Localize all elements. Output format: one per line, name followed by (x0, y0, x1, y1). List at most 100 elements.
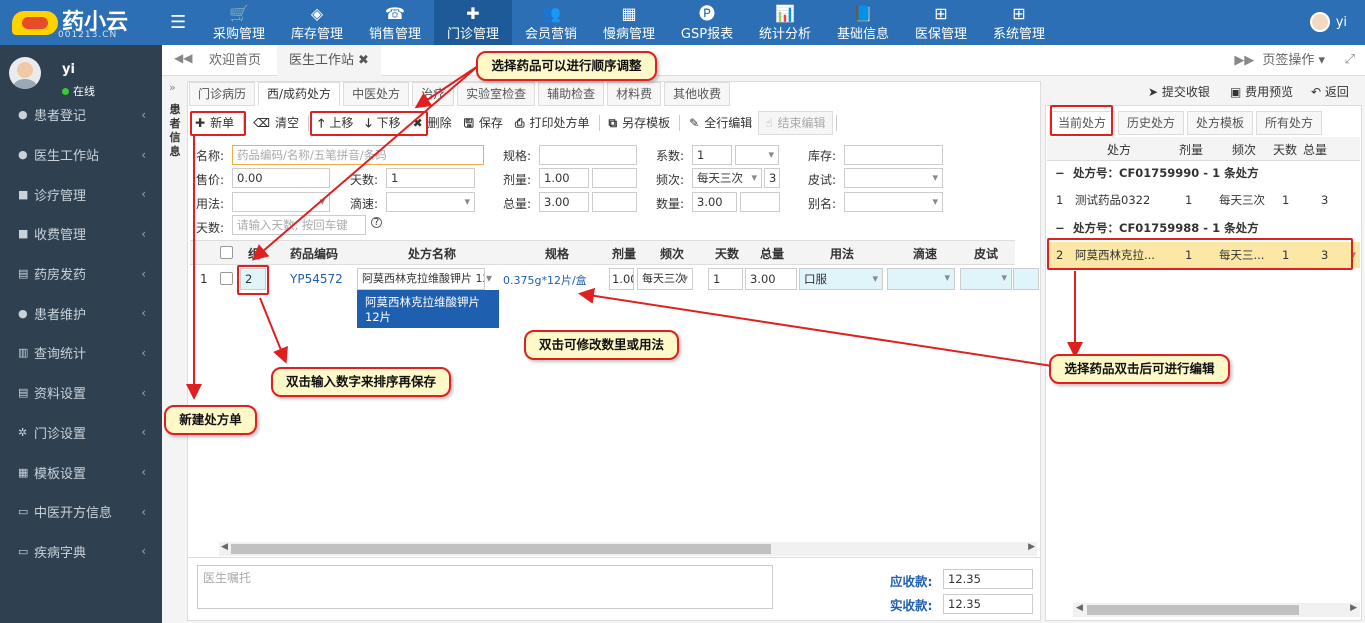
dose-unit-field[interactable] (592, 168, 637, 188)
amount-due-field[interactable]: 12.35 (943, 569, 1033, 589)
freq-cell-select[interactable]: 每天三次 (637, 268, 693, 290)
tab-prescription-list[interactable]: 历史处方 (1118, 111, 1185, 135)
skin-test-select[interactable] (844, 168, 943, 188)
expand-icon[interactable]: » (169, 81, 176, 94)
freq-count-field[interactable]: 3 (764, 168, 780, 188)
nav-item[interactable]: 📊 统计分析 (746, 0, 824, 45)
total-unit-field[interactable] (592, 192, 637, 212)
sidebar-item[interactable]: ▥ 查询统计 ‹ (0, 333, 162, 373)
scroll-right-icon[interactable]: ▶ (1350, 603, 1357, 613)
column-header[interactable]: 处方名称 (408, 245, 456, 262)
fullscreen-icon[interactable]: ⤢ (1345, 52, 1355, 67)
drug-search-input[interactable]: 药品编码/名称/五笔拼音/条码 (232, 145, 484, 165)
tab-prescription-type[interactable]: 中医处方 (343, 82, 410, 106)
scroll-thumb[interactable] (231, 544, 771, 554)
tab-prescription-type[interactable]: 实验室检查 (457, 82, 536, 106)
nav-item[interactable]: 📘 基础信息 (824, 0, 902, 45)
sidebar-item[interactable]: ▭ 疾病字典 ‹ (0, 532, 162, 572)
help-icon[interactable]: ? (371, 217, 382, 228)
end-edit-button[interactable]: ☝ 结束编辑 (758, 111, 833, 135)
stock-field[interactable] (844, 145, 943, 165)
tab-prescription-type[interactable]: 治疗 (412, 82, 455, 106)
nav-item[interactable]: ◈ 库存管理 (278, 0, 356, 45)
back-button[interactable]: ↶ 返回 (1311, 82, 1349, 102)
sidebar-item[interactable]: ▤ 药房发药 ‹ (0, 254, 162, 294)
patient-info-toggle[interactable]: » 患者信息 (165, 81, 185, 621)
drip-cell-select[interactable] (887, 268, 955, 290)
nav-item[interactable]: ✚ 门诊管理 (434, 0, 512, 45)
sidebar-item[interactable]: ● 患者登记 ‹ (0, 95, 162, 135)
total-field[interactable]: 3.00 (539, 192, 589, 212)
sidebar-item[interactable]: ■ 收费管理 ‹ (0, 214, 162, 254)
save-button[interactable]: 🖫 保存 (458, 111, 509, 135)
select-all-checkbox[interactable] (220, 246, 233, 259)
collapse-icon[interactable]: − (1055, 162, 1065, 184)
nav-item[interactable]: 🛒 采购管理 (200, 0, 278, 45)
tabs-prev-icon[interactable]: ◀◀ (174, 51, 192, 65)
right-horizontal-scrollbar[interactable]: ◀ ▶ (1073, 603, 1360, 617)
close-icon[interactable]: ✖ (358, 53, 369, 68)
print-rx-button[interactable]: ⎙ 打印处方单 (509, 111, 596, 135)
usage-cell-select[interactable]: 口服 (799, 268, 883, 290)
days-cell-input[interactable]: 1 (708, 268, 743, 290)
doctor-advice-input[interactable]: 医生嘱托 (197, 565, 773, 609)
amount-paid-field[interactable]: 12.35 (943, 594, 1033, 614)
tab-prescription-list[interactable]: 处方模板 (1187, 111, 1254, 135)
tab-home[interactable]: 欢迎首页 (197, 45, 273, 76)
chevron-down-icon[interactable]: ▾ (486, 271, 492, 285)
menu-toggle-icon[interactable]: ☰ (170, 12, 186, 33)
save-template-button[interactable]: ⧉ 另存模板 (603, 111, 677, 135)
tabs-next-icon[interactable]: ▶▶ (1234, 45, 1254, 76)
tab-doctor-station[interactable]: 医生工作站 ✖ (277, 45, 381, 76)
column-header[interactable]: 剂量 (612, 245, 636, 262)
scroll-left-icon[interactable]: ◀ (1076, 603, 1083, 613)
scroll-left-icon[interactable]: ◀ (221, 542, 228, 552)
drug-suggestion-dropdown[interactable]: 阿莫西林克拉维酸钾片 12片 (357, 290, 499, 328)
table-row[interactable]: 1 测试药品0322 1 每天三次 1 3 (1047, 187, 1360, 213)
tab-prescription-type[interactable]: 西/成药处方 (258, 82, 341, 106)
column-header[interactable]: 用法 (830, 245, 854, 262)
column-header[interactable]: 频次 (1232, 141, 1256, 158)
column-header[interactable]: 滴速 (913, 245, 937, 262)
sidebar-item[interactable]: ✲ 门诊设置 ‹ (0, 413, 162, 453)
tab-prescription-type[interactable]: 材料费 (607, 82, 662, 106)
drip-select[interactable] (386, 192, 475, 212)
overflow-cell[interactable] (1013, 268, 1039, 290)
sidebar-item[interactable]: ▦ 模板设置 ‹ (0, 452, 162, 492)
column-header[interactable]: 处方 (1107, 141, 1131, 158)
price-field[interactable]: 0.00 (232, 168, 330, 188)
coef-field[interactable]: 1 (692, 145, 732, 165)
tab-prescription-type[interactable]: 其他收费 (664, 82, 731, 106)
rx-group-header[interactable]: − 处方号：CF01759990 - 1 条处方 (1047, 162, 1360, 184)
qty-unit-field[interactable] (740, 192, 780, 212)
sidebar-item[interactable]: ● 患者维护 ‹ (0, 293, 162, 333)
coef-unit-select[interactable] (735, 145, 779, 165)
spec-field[interactable] (539, 145, 637, 165)
column-header[interactable]: 规格 (545, 245, 569, 262)
table-row[interactable]: 1 2 YP54572 阿莫西林克拉维酸钾片 12 ▾ 0.375g*12片/盒… (190, 265, 1015, 293)
clear-button[interactable]: ⌫ 清空 (247, 111, 305, 135)
top-user-menu[interactable]: yi (1309, 12, 1347, 32)
nav-item[interactable]: ▦ 慢病管理 (590, 0, 668, 45)
days-field[interactable]: 1 (386, 168, 475, 188)
tab-prescription-type[interactable]: 门诊病历 (189, 82, 256, 106)
nav-item[interactable]: 👥 会员营销 (512, 0, 590, 45)
sidebar-item[interactable]: ■ 诊疗管理 ‹ (0, 174, 162, 214)
nav-item[interactable]: 🅟 GSP报表 (668, 0, 746, 45)
submit-cashier-button[interactable]: ➤ 提交收银 (1148, 82, 1210, 102)
fee-preview-button[interactable]: ▣ 费用预览 (1230, 82, 1293, 102)
collapse-icon[interactable]: − (1055, 217, 1065, 239)
drug-name-input[interactable]: 阿莫西林克拉维酸钾片 12 (357, 268, 485, 290)
qty-field[interactable]: 3.00 (692, 192, 737, 212)
row-checkbox[interactable] (220, 272, 233, 285)
scroll-thumb[interactable] (1087, 605, 1299, 615)
edit-all-rows-button[interactable]: ✎ 全行编辑 (683, 111, 758, 135)
sidebar-item[interactable]: ● 医生工作站 ‹ (0, 135, 162, 175)
dose-cell-input[interactable]: 1.00 (609, 268, 634, 290)
grid-horizontal-scrollbar[interactable]: ◀ ▶ (219, 542, 1037, 556)
nav-item[interactable]: ⊞ 系统管理 (980, 0, 1058, 45)
alias-select[interactable] (844, 192, 943, 212)
column-header[interactable]: 天数 (1273, 141, 1297, 158)
skin-cell-select[interactable] (960, 268, 1012, 290)
sidebar-item[interactable]: ▤ 资料设置 ‹ (0, 373, 162, 413)
